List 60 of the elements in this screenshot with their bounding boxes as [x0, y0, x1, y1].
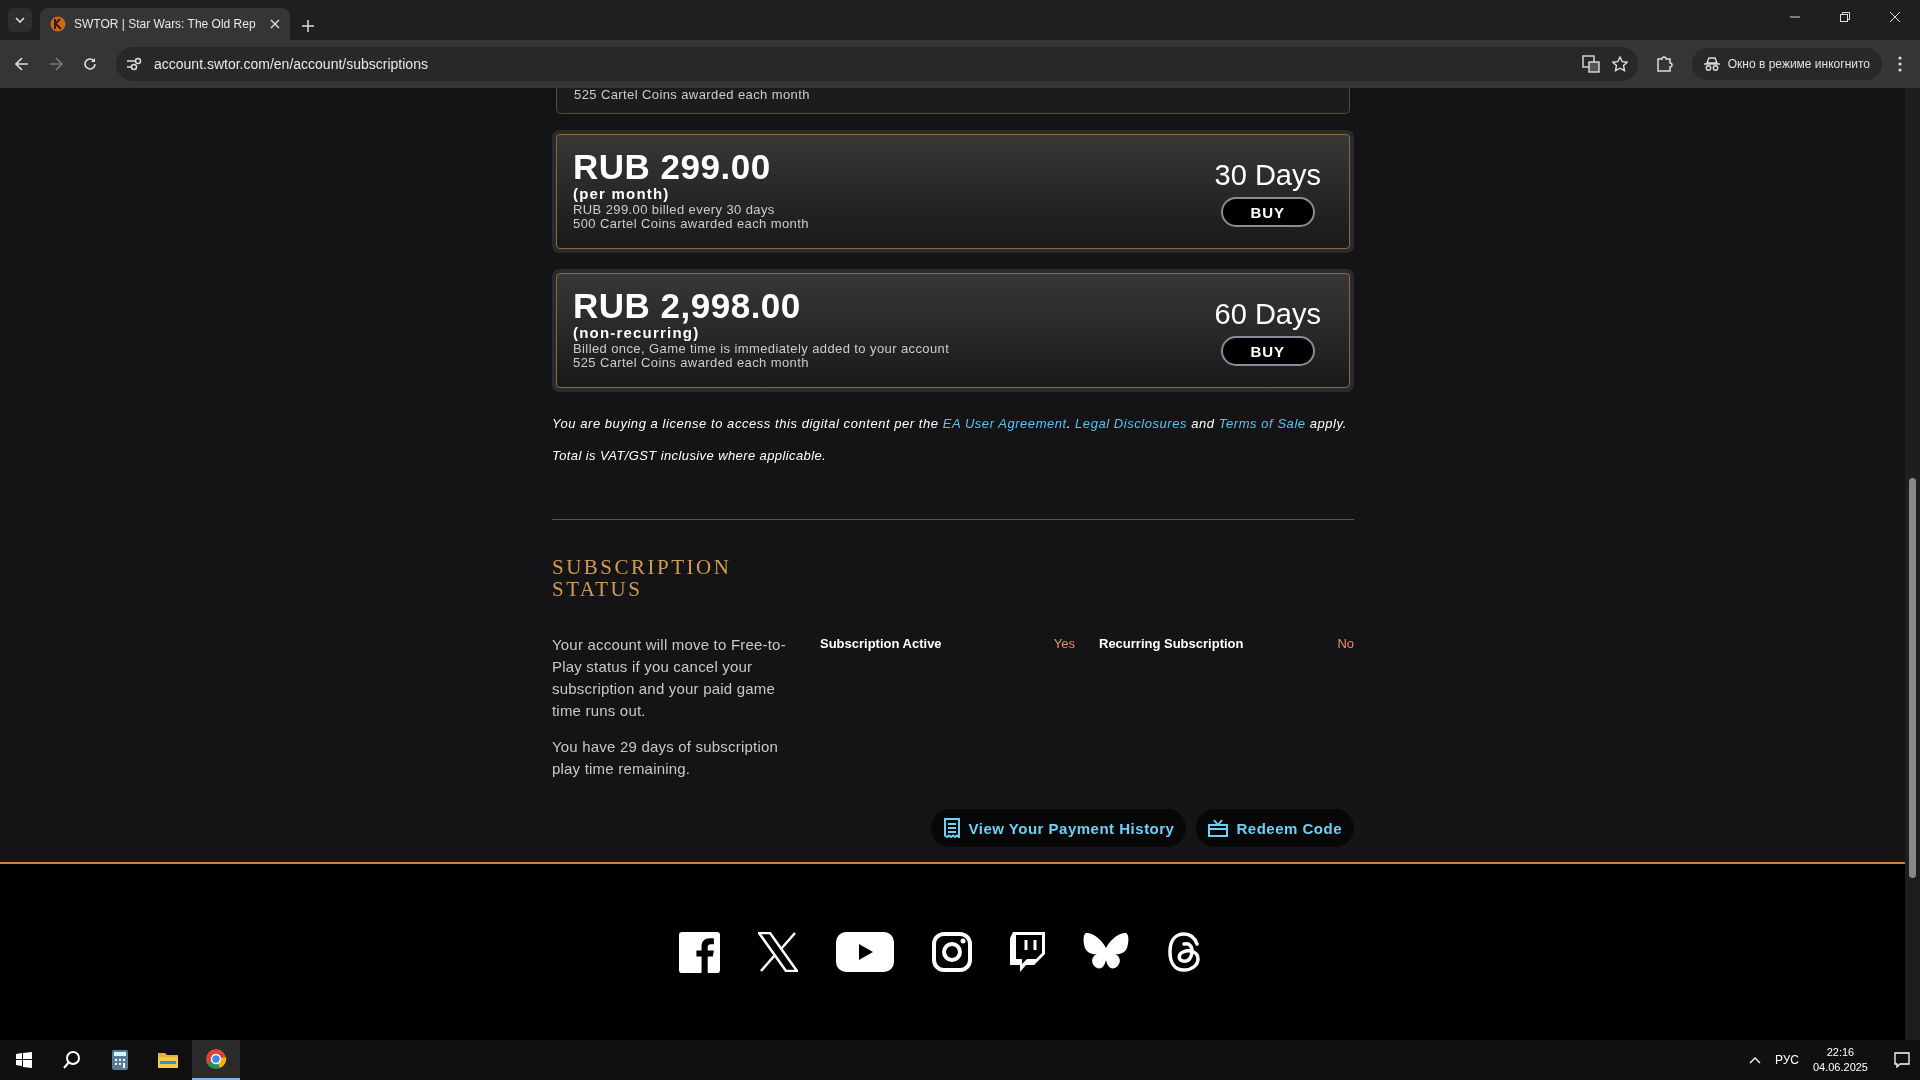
plan-term: (non-recurring): [573, 324, 701, 342]
chevron-down-icon: [15, 17, 25, 23]
clock-date[interactable]: 04.06.2025: [1812, 1060, 1868, 1075]
menu-icon[interactable]: [1898, 56, 1902, 72]
browser-icon[interactable]: [192, 1040, 240, 1080]
threads-icon[interactable]: [1167, 932, 1202, 972]
plan-price: RUB 2,998.00: [573, 288, 802, 324]
scrollbar[interactable]: [1905, 88, 1920, 1040]
legal-link[interactable]: EA User Agreement: [942, 416, 1067, 431]
field-label: Subscription Active: [820, 636, 942, 653]
buy-button[interactable]: BUY: [1220, 197, 1315, 227]
legal-link[interactable]: Terms of Sale: [1218, 416, 1306, 431]
gift-icon: [1208, 819, 1229, 837]
receipt-icon: [942, 818, 961, 838]
legal-link[interactable]: Legal Disclosures: [1075, 416, 1188, 431]
status-text: You have 29 days of subscription play time remaining.: [552, 737, 779, 779]
site-icon: [50, 16, 66, 32]
close-icon[interactable]: [1890, 12, 1900, 22]
plan-price: RUB 299.00: [573, 149, 772, 185]
plan-term: (per month): [573, 185, 671, 203]
status-text: Your account will move to Free-to-Play status if you cancel your subscription and your paid game time runs out.: [552, 635, 787, 721]
notification-icon[interactable]: [1894, 1052, 1910, 1068]
plan-duration: 30 Days: [1214, 159, 1321, 191]
language-indicator[interactable]: РУС: [1774, 1053, 1799, 1067]
field-label: Recurring Subscription: [1099, 636, 1244, 653]
url-text: account.swtor.com/en/account/subscriptions: [154, 56, 429, 72]
restore-icon[interactable]: [1840, 12, 1850, 22]
speech-bubble-icon[interactable]: [1010, 932, 1045, 972]
star-icon[interactable]: [1611, 56, 1628, 72]
camera-icon[interactable]: [932, 932, 972, 972]
new-tab-icon[interactable]: [302, 20, 314, 32]
translate-icon[interactable]: [1581, 55, 1600, 73]
license-notice: You are buying a license to access this digital content per the EA User Agreement. Legal Disclosures and Terms of Sale apply.: [552, 416, 1348, 432]
facebook-icon[interactable]: [679, 931, 720, 973]
site-settings-icon[interactable]: [126, 57, 142, 71]
tab-search-button[interactable]: [8, 8, 32, 32]
plan-detail: 525 Cartel Coins awarded each month: [573, 356, 810, 370]
incognito-icon: [1703, 57, 1720, 71]
buy-button[interactable]: BUY: [1220, 336, 1315, 366]
plan-detail: RUB 299.00 billed every 30 days: [573, 203, 776, 217]
puzzle-icon[interactable]: [1655, 55, 1674, 73]
x-icon[interactable]: [758, 932, 798, 972]
incognito-button[interactable]: Окно в режиме инкогнито: [1691, 48, 1882, 80]
plan-detail: 500 Cartel Coins awarded each month: [573, 217, 809, 231]
field-value: No: [1337, 636, 1354, 653]
plan-detail: Billed once, Game time is immediately added to your account: [573, 342, 950, 356]
redeem-code-button[interactable]: Redeem Code: [1196, 809, 1354, 847]
browser-tab[interactable]: SWTOR | Star Wars: The Old Rep: [40, 8, 290, 40]
tab-title: SWTOR | Star Wars: The Old Rep: [74, 17, 257, 31]
plan-detail: 525 Cartel Coins awarded each month: [574, 88, 811, 101]
play-icon[interactable]: [836, 932, 894, 972]
vat-note: Total is VAT/GST inclusive where applicable.: [552, 448, 828, 463]
payment-history-button[interactable]: View Your Payment History: [930, 809, 1187, 847]
address-bar[interactable]: account.swtor.com/en/account/subscriptions: [116, 47, 1638, 81]
clock-time[interactable]: 22:16: [1826, 1045, 1855, 1060]
chevron-up-icon[interactable]: [1748, 1056, 1761, 1064]
close-icon[interactable]: [270, 19, 280, 29]
section-heading: SUBSCRIPTION STATUS: [552, 556, 733, 600]
plan-duration: 60 Days: [1214, 298, 1321, 330]
field-value: Yes: [1053, 636, 1075, 653]
